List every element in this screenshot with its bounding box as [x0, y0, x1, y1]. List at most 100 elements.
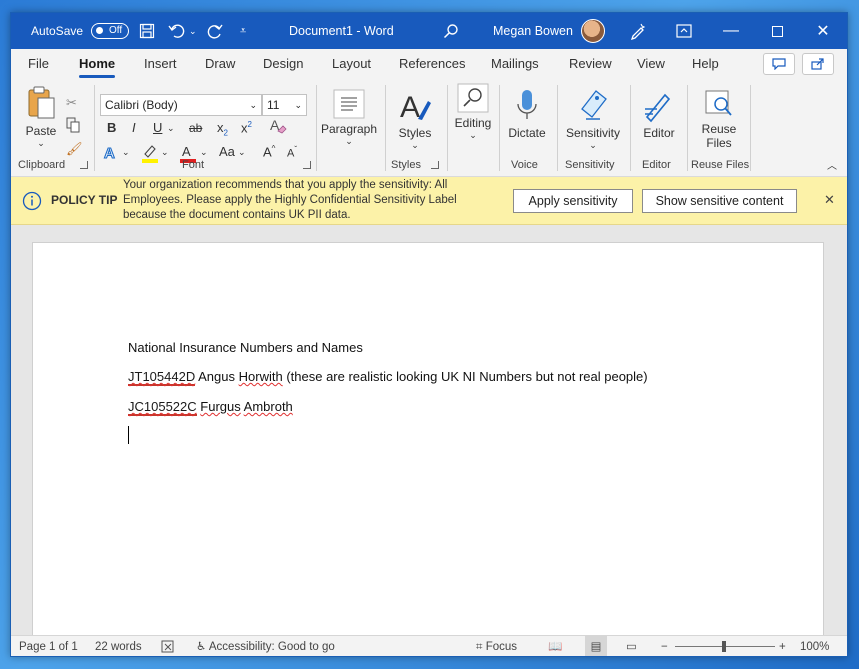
search-icon[interactable] [443, 13, 459, 49]
diamond-pen-icon[interactable] [629, 13, 647, 49]
underline-button[interactable]: U [153, 120, 162, 135]
autosave-state: Off [109, 25, 123, 36]
clipboard-launcher-icon[interactable] [80, 161, 88, 169]
share-button[interactable] [802, 53, 834, 75]
dictate-label: Dictate [508, 126, 546, 140]
accessibility-label: Accessibility: Good to go [208, 641, 335, 653]
editor-label: Editor [643, 126, 675, 140]
styles-launcher-icon[interactable] [431, 161, 439, 169]
page-count[interactable]: Page 1 of 1 [19, 636, 78, 656]
separator [447, 85, 448, 171]
format-painter-icon[interactable]: 🖌 [66, 141, 83, 157]
editing-button[interactable]: Editing ⌄ [449, 83, 497, 141]
paragraph-label: Paragraph [320, 122, 378, 136]
paste-icon [28, 86, 55, 119]
avatar[interactable] [581, 13, 605, 49]
find-icon [457, 83, 489, 113]
collapse-ribbon-icon[interactable]: ︿ [827, 157, 837, 172]
shrink-font-button[interactable]: Aˇ [287, 145, 297, 160]
undo-icon[interactable] [168, 13, 186, 49]
user-name[interactable]: Megan Bowen [493, 13, 573, 49]
note-1: (these are realistic looking UK NI Numbe… [286, 369, 648, 384]
tab-mailings[interactable]: Mailings [491, 49, 539, 81]
reuse-files-button[interactable]: Reuse Files [693, 89, 745, 150]
tab-references[interactable]: References [399, 49, 465, 81]
tab-home[interactable]: Home [79, 49, 116, 81]
strikethrough-button[interactable]: ab [189, 121, 202, 135]
reuse-files-label-2: Files [706, 136, 732, 150]
tab-layout[interactable]: Layout [332, 49, 371, 81]
ribbon-display-icon[interactable] [676, 13, 692, 49]
highlight-dropdown-icon[interactable]: ⌄ [161, 147, 169, 158]
styles-button[interactable]: A Styles ⌄ [392, 89, 438, 151]
minimize-icon[interactable]: — [708, 13, 754, 49]
font-color-dropdown-icon[interactable]: ⌄ [200, 147, 208, 158]
text-effects-dropdown-icon[interactable]: ⌄ [122, 147, 130, 158]
grow-font-button[interactable]: A^ [263, 144, 275, 159]
zoom-out-button[interactable]: − [661, 636, 668, 656]
editor-button[interactable]: Editor [635, 89, 683, 140]
save-icon[interactable] [139, 13, 155, 49]
text-effects-icon[interactable]: A [103, 144, 119, 163]
policy-tip-title: POLICY TIP [51, 193, 118, 207]
tab-review[interactable]: Review [569, 49, 612, 81]
font-size-select[interactable]: 11 ⌄ [262, 94, 307, 116]
dictate-button[interactable]: Dictate [503, 89, 551, 140]
web-layout-icon[interactable]: ▭ [626, 636, 637, 656]
separator [385, 85, 386, 171]
tab-draw[interactable]: Draw [205, 49, 235, 81]
proofing-icon[interactable] [161, 636, 175, 656]
cut-icon[interactable]: ✂ [66, 95, 77, 111]
reuse-files-label-1: Reuse [701, 122, 737, 136]
document-area[interactable]: National Insurance Numbers and Names JT1… [11, 225, 847, 642]
autosave-toggle[interactable]: Off [91, 13, 129, 49]
ni-number-1: JT105442D [128, 369, 196, 386]
zoom-in-button[interactable]: + [779, 636, 786, 656]
close-icon[interactable]: ✕ [800, 13, 846, 49]
change-case-dropdown-icon[interactable]: ⌄ [238, 147, 246, 158]
editor-icon [645, 93, 671, 123]
tab-design[interactable]: Design [263, 49, 303, 81]
accessibility-status[interactable]: ♿ Accessibility: Good to go [196, 636, 335, 656]
bold-button[interactable]: B [107, 120, 116, 135]
svg-text:A: A [400, 91, 420, 123]
separator [630, 85, 631, 171]
font-name-select[interactable]: Calibri (Body) ⌄ [100, 94, 262, 116]
document-page[interactable]: National Insurance Numbers and Names JT1… [32, 242, 824, 642]
redo-icon[interactable] [206, 13, 224, 49]
svg-text:A: A [104, 145, 115, 160]
tab-file[interactable]: File [28, 49, 49, 81]
undo-dropdown-icon[interactable]: ⌄ [189, 13, 197, 49]
zoom-slider-thumb[interactable] [722, 641, 726, 652]
sensitivity-button[interactable]: Sensitivity ⌄ [561, 89, 625, 151]
print-layout-icon[interactable]: ▤ [585, 636, 607, 656]
zoom-level[interactable]: 100% [800, 636, 829, 656]
comments-button[interactable] [763, 53, 795, 75]
font-launcher-icon[interactable] [303, 161, 311, 169]
underline-dropdown-icon[interactable]: ⌄ [167, 123, 175, 134]
tab-help[interactable]: Help [692, 49, 719, 81]
paste-label: Paste [25, 124, 57, 138]
customize-icon[interactable]: ⩡ [240, 13, 246, 49]
change-case-button[interactable]: Aa [219, 144, 235, 159]
superscript-button[interactable]: x2 [241, 120, 252, 135]
first-name-2: Furgus [200, 399, 241, 414]
copy-icon[interactable] [66, 117, 80, 136]
apply-sensitivity-button[interactable]: Apply sensitivity [513, 189, 633, 213]
document-heading: National Insurance Numbers and Names [128, 340, 363, 355]
clear-formatting-icon[interactable]: A [269, 117, 287, 138]
close-policy-tip-icon[interactable]: ✕ [824, 192, 835, 208]
paste-button[interactable]: Paste ⌄ [19, 85, 63, 149]
tab-insert[interactable]: Insert [144, 49, 177, 81]
paragraph-button[interactable]: Paragraph ⌄ [319, 89, 379, 147]
word-count[interactable]: 22 words [95, 636, 142, 656]
policy-tip-message: Your organization recommends that you ap… [123, 178, 457, 223]
focus-button[interactable]: ⌗ Focus [476, 636, 517, 656]
tab-view[interactable]: View [637, 49, 665, 81]
read-mode-icon[interactable]: 📖 [548, 636, 562, 656]
highlight-icon[interactable] [141, 143, 159, 166]
maximize-icon[interactable] [754, 13, 800, 49]
subscript-button[interactable]: x2 [217, 120, 228, 138]
italic-button[interactable]: I [132, 120, 136, 135]
show-sensitive-content-button[interactable]: Show sensitive content [642, 189, 797, 213]
